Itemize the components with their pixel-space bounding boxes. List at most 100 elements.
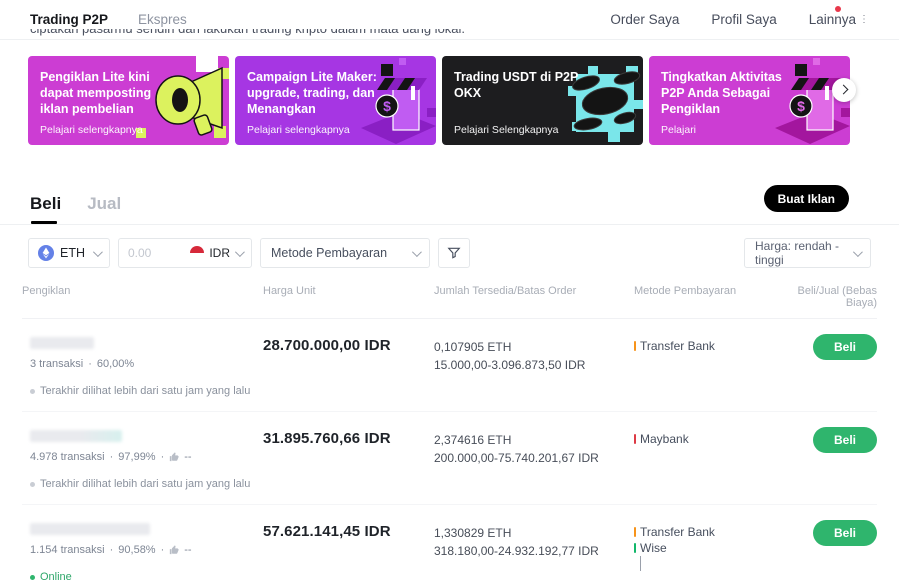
banner-cta-link[interactable]: Pelajari Selengkapnya [454, 124, 559, 136]
nav-tab-ekspres[interactable]: Ekspres [138, 12, 187, 27]
banner-title: Trading USDT di P2P OKX [454, 70, 579, 100]
chevron-down-icon [852, 246, 863, 257]
thumbs-up-icon [170, 545, 179, 555]
nav-tab-trading-p2p[interactable]: Trading P2P [30, 12, 108, 27]
advertiser-status: Terakhir dilihat lebih dari satu jam yan… [30, 385, 263, 397]
banner-cta-link[interactable]: Pelajari selengkapnya [247, 124, 350, 136]
offline-dot [30, 481, 35, 487]
nav-lainnya-label: Lainnya [808, 12, 856, 27]
banner-cta-link[interactable]: Pelajari selengkapnya [40, 124, 143, 136]
chevron-down-icon [234, 246, 245, 257]
nav-lainnya[interactable]: Lainnya ⋮ [809, 12, 869, 27]
tx-count: 1.154 transaksi [30, 544, 105, 556]
vertical-ellipsis-icon: ⋮ [859, 14, 869, 25]
carousel-next-button[interactable] [832, 77, 856, 102]
filter-bar: ETH 0.00 IDR Metode Pembayaran Harga: re… [0, 238, 899, 268]
offer-row: 3 transaksi · 60,00% Terakhir dilihat le… [22, 319, 877, 412]
offer-row: 1.154 transaksi · 90,58% · -- Online 57.… [22, 505, 877, 583]
buy-button[interactable]: Beli [813, 334, 877, 360]
nav-profil-saya[interactable]: Profil Saya [711, 12, 776, 27]
advertiser-name-blurred [30, 337, 94, 349]
create-ad-button[interactable]: Buat Iklan [763, 185, 849, 212]
advertiser-name-blurred [30, 430, 122, 442]
table-header-row: Pengiklan Harga Unit Jumlah Tersedia/Bat… [22, 285, 877, 319]
banner-trading-usdt[interactable]: Trading USDT di P2P OKX Pelajari Selengk… [442, 56, 643, 145]
amount-placeholder: 0.00 [128, 246, 152, 260]
tab-beli[interactable]: Beli [30, 194, 61, 224]
order-limits: 318.180,00-24.932.192,77 IDR [434, 544, 599, 558]
banner-tingkatkan-aktivitas[interactable]: $ Tingkatkan Aktivitas P2P Anda Sebagai … [649, 56, 850, 145]
amount-limits: 1,330829 ETH 318.180,00-24.932.192,77 ID… [434, 520, 634, 583]
crypto-select[interactable]: ETH [28, 238, 110, 268]
payment-color-bar [634, 434, 636, 444]
status-text: Terakhir dilihat lebih dari satu jam yan… [40, 478, 251, 490]
chevron-down-icon [411, 246, 422, 257]
status-text: Terakhir dilihat lebih dari satu jam yan… [40, 385, 251, 397]
offline-dot [30, 388, 35, 394]
available-amount: 1,330829 ETH [434, 526, 512, 540]
amount-limits: 0,107905 ETH 15.000,00-3.096.873,50 IDR [434, 334, 634, 397]
banner-title: Campaign Lite Maker: upgrade, trading, d… [247, 70, 377, 116]
unit-price: 57.621.141,45 IDR [263, 523, 391, 540]
banner-title: Tingkatkan Aktivitas P2P Anda Sebagai Pe… [661, 70, 782, 116]
indonesia-flag-icon [190, 246, 205, 260]
eth-icon [38, 245, 54, 261]
order-limits: 200.000,00-75.740.201,67 IDR [434, 451, 599, 465]
advertiser-cell[interactable]: 3 transaksi · 60,00% Terakhir dilihat le… [22, 334, 263, 397]
sort-select[interactable]: Harga: rendah - tinggi [744, 238, 871, 268]
advertiser-stats: 4.978 transaksi · 97,99% · -- [30, 451, 263, 463]
page-subtitle-clipped: ciptakan pasarmu sendiri dan lakukan tra… [30, 29, 465, 38]
funnel-icon [447, 247, 461, 259]
advertiser-name-blurred [30, 523, 150, 535]
fiat-currency-label: IDR [209, 246, 230, 260]
col-header-harga-unit: Harga Unit [263, 285, 316, 297]
buy-button[interactable]: Beli [813, 427, 877, 453]
banner-campaign-lite-maker[interactable]: $ Campaign Lite Maker: upgrade, trading,… [235, 56, 436, 145]
completion-rate: 60,00% [96, 358, 135, 370]
thumbs-up-icon [170, 452, 179, 462]
payment-methods: Transfer Bank [634, 334, 784, 397]
advertiser-cell[interactable]: 1.154 transaksi · 90,58% · -- Online [22, 520, 263, 583]
advertiser-stats: 3 transaksi · 60,00% [30, 358, 263, 370]
nav-order-saya[interactable]: Order Saya [610, 12, 679, 27]
offer-row: 4.978 transaksi · 97,99% · -- Terakhir d… [22, 412, 877, 505]
promo-banner-carousel: Pengiklan Lite kini dapat memposting ikl… [0, 40, 899, 145]
dot-separator: · [109, 451, 114, 463]
buy-button[interactable]: Beli [813, 520, 877, 546]
online-dot [30, 574, 35, 580]
advanced-filter-button[interactable] [438, 238, 470, 268]
payment-color-bar [634, 341, 636, 351]
top-navbar: Trading P2P Ekspres Order Saya Profil Sa… [0, 0, 899, 40]
dot-separator: · [88, 358, 92, 370]
svg-text:$: $ [797, 98, 805, 114]
thumb-rate: -- [184, 451, 192, 463]
payment-methods: Transfer Bank Wise [634, 520, 784, 583]
status-text: Online [40, 571, 72, 583]
banner-pengiklan-lite[interactable]: Pengiklan Lite kini dapat memposting ikl… [28, 56, 229, 145]
tx-count: 3 transaksi [30, 358, 84, 370]
expand-payments-chevron-icon[interactable] [640, 556, 641, 571]
banner-title: Pengiklan Lite kini dapat memposting ikl… [40, 70, 152, 116]
tx-count: 4.978 transaksi [30, 451, 105, 463]
trade-tabs: Beli Jual Buat Iklan [0, 185, 899, 225]
amount-input[interactable]: 0.00 IDR [118, 238, 252, 268]
payment-method-name: Transfer Bank [640, 525, 715, 539]
unit-price: 28.700.000,00 IDR [263, 337, 391, 354]
page-subtitle-text: ciptakan pasarmu sendiri dan lakukan tra… [30, 29, 465, 38]
unit-price: 31.895.760,66 IDR [263, 430, 391, 447]
advertiser-stats: 1.154 transaksi · 90,58% · -- [30, 544, 263, 556]
col-header-metode: Metode Pembayaran [634, 285, 737, 297]
dot-separator: · [109, 544, 114, 556]
available-amount: 0,107905 ETH [434, 340, 512, 354]
payment-color-bar [634, 543, 636, 553]
col-header-pengiklan: Pengiklan [22, 285, 71, 297]
chevron-right-icon [838, 84, 848, 95]
svg-text:$: $ [383, 98, 391, 114]
payment-method-select[interactable]: Metode Pembayaran [260, 238, 430, 268]
chevron-down-icon [92, 246, 103, 257]
advertiser-cell[interactable]: 4.978 transaksi · 97,99% · -- Terakhir d… [22, 427, 263, 490]
banner-cta-link[interactable]: Pelajari [661, 124, 696, 136]
tab-jual[interactable]: Jual [87, 194, 121, 224]
payment-method-name: Wise [640, 541, 667, 555]
payment-method-name: Maybank [640, 432, 689, 446]
